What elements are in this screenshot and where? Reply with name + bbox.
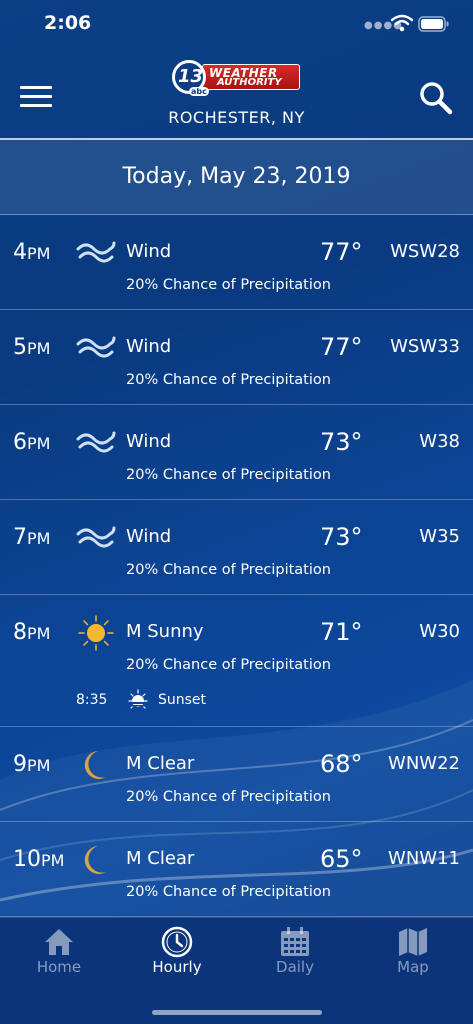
hour-row[interactable]: 6PM Wind 73° W38 20% Chance of Precipita…: [0, 405, 473, 500]
condition-text: M Sunny: [126, 621, 204, 642]
station-logo: WEATHER AUTHORITY 13 abc: [172, 58, 300, 102]
hour-value: 8: [13, 620, 27, 645]
home-indicator[interactable]: [152, 1010, 322, 1015]
logo-line2: AUTHORITY: [217, 77, 282, 88]
condition-text: Wind: [126, 526, 172, 547]
tab-label: Daily: [276, 958, 314, 976]
logo-number: 13: [178, 66, 204, 87]
precip-chance: 20% Chance of Precipitation: [126, 789, 331, 805]
condition-text: Wind: [126, 241, 172, 262]
menu-icon[interactable]: [20, 86, 52, 110]
hourly-list[interactable]: 4PM Wind 77° WSW28 20% Chance of Precipi…: [0, 215, 473, 917]
tab-map[interactable]: Map: [354, 918, 472, 988]
wind-value: WSW28: [390, 241, 460, 262]
wind-value: W35: [419, 526, 460, 547]
hour-time: 4PM: [13, 240, 50, 265]
home-icon: [45, 929, 73, 955]
search-icon[interactable]: [418, 80, 454, 116]
sunset-time: 8:35: [76, 692, 108, 708]
wind-icon: [76, 241, 116, 263]
hour-ampm: PM: [27, 434, 51, 453]
hour-time: 5PM: [13, 335, 50, 360]
wind-value: W38: [419, 431, 460, 452]
date-bar: Today, May 23, 2019: [0, 140, 473, 215]
hour-time: 10PM: [13, 847, 64, 872]
app-header: WEATHER AUTHORITY 13 abc ROCHESTER, NY: [0, 50, 473, 140]
hour-time: 6PM: [13, 430, 50, 455]
tab-label: Map: [397, 958, 429, 976]
hour-row[interactable]: 8PM M Sunny 71° W30 20% Chance of Precip…: [0, 595, 473, 727]
hour-ampm: PM: [27, 529, 51, 548]
condition-text: M Clear: [126, 848, 195, 869]
battery-icon: [418, 16, 449, 32]
hour-value: 6: [13, 430, 27, 455]
map-icon: [399, 928, 427, 956]
hour-value: 5: [13, 335, 27, 360]
logo-banner: WEATHER AUTHORITY: [202, 64, 300, 90]
sunset-icon: [128, 689, 148, 709]
precip-chance: 20% Chance of Precipitation: [126, 467, 331, 483]
hour-ampm: PM: [27, 244, 51, 263]
precip-chance: 20% Chance of Precipitation: [126, 562, 331, 578]
hour-time: 8PM: [13, 620, 50, 645]
wind-value: WNW22: [388, 753, 460, 774]
condition-text: Wind: [126, 431, 172, 452]
tab-hourly[interactable]: Hourly: [118, 918, 236, 988]
precip-chance: 20% Chance of Precipitation: [126, 657, 331, 673]
wind-icon: [76, 336, 116, 358]
hour-value: 10: [13, 847, 41, 872]
wind-value: WSW33: [390, 336, 460, 357]
temperature: 73°: [320, 428, 363, 456]
hour-value: 7: [13, 525, 27, 550]
hour-value: 9: [13, 752, 27, 777]
hour-row[interactable]: 4PM Wind 77° WSW28 20% Chance of Precipi…: [0, 215, 473, 310]
hour-ampm: PM: [27, 756, 51, 775]
hour-row[interactable]: 7PM Wind 73° W35 20% Chance of Precipita…: [0, 500, 473, 595]
hour-time: 7PM: [13, 525, 50, 550]
precip-chance: 20% Chance of Precipitation: [126, 277, 331, 293]
tab-label: Home: [36, 958, 82, 976]
moon-icon: [84, 751, 106, 779]
hour-ampm: PM: [41, 851, 65, 870]
precip-chance: 20% Chance of Precipitation: [126, 884, 331, 900]
temperature: 68°: [320, 750, 363, 778]
tab-home[interactable]: Home: [0, 918, 118, 988]
sun-icon: [78, 615, 114, 651]
condition-text: M Clear: [126, 753, 195, 774]
temperature: 73°: [320, 523, 363, 551]
wind-value: WNW11: [388, 848, 460, 869]
logo-network: abc: [189, 87, 209, 96]
status-bar: 2:06 ●●●●: [0, 0, 473, 50]
hour-row[interactable]: 9PM M Clear 68° WNW22 20% Chance of Prec…: [0, 727, 473, 822]
condition-text: Wind: [126, 336, 172, 357]
wind-icon: [76, 431, 116, 453]
logo-circle: 13 abc: [172, 60, 209, 96]
location-label: ROCHESTER, NY: [168, 108, 305, 127]
tab-daily[interactable]: Daily: [236, 918, 354, 988]
tab-bar: Home Hourly Daily Map: [0, 917, 473, 1024]
status-time: 2:06: [44, 12, 92, 34]
sunset-label: Sunset: [158, 692, 207, 708]
hour-time: 9PM: [13, 752, 50, 777]
calendar-icon: [281, 927, 309, 956]
hour-row[interactable]: 5PM Wind 77° WSW33 20% Chance of Precipi…: [0, 310, 473, 405]
precip-chance: 20% Chance of Precipitation: [126, 372, 331, 388]
temperature: 77°: [320, 238, 363, 266]
temperature: 77°: [320, 333, 363, 361]
date-text: Today, May 23, 2019: [122, 164, 351, 189]
moon-icon: [84, 846, 106, 874]
wind-value: W30: [419, 621, 460, 642]
wind-icon: [76, 526, 116, 548]
tab-label: Hourly: [152, 958, 202, 976]
clock-icon: [161, 926, 193, 958]
wifi-icon: [391, 14, 413, 32]
hour-ampm: PM: [27, 339, 51, 358]
temperature: 71°: [320, 618, 363, 646]
hour-ampm: PM: [27, 624, 51, 643]
hour-row[interactable]: 10PM M Clear 65° WNW11 20% Chance of Pre…: [0, 822, 473, 917]
temperature: 65°: [320, 845, 363, 873]
hour-value: 4: [13, 240, 27, 265]
